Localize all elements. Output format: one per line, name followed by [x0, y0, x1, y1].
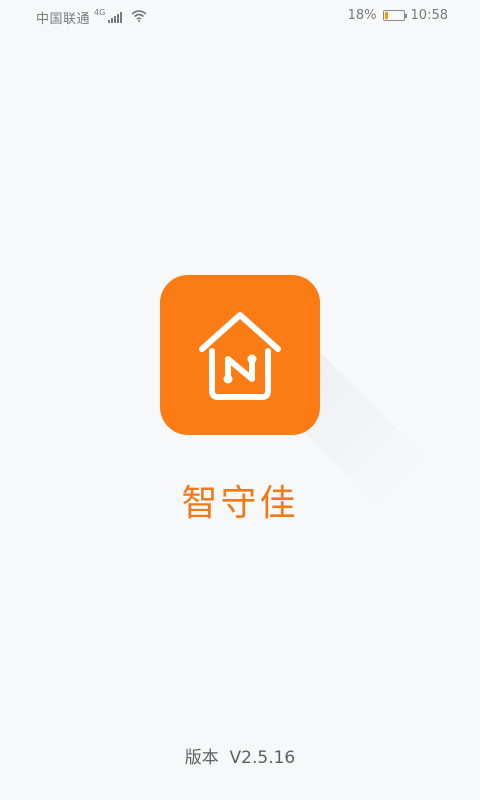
- clock: 10:58: [410, 8, 448, 23]
- version-number: V2.5.16: [229, 748, 296, 768]
- battery-level-fill: [384, 12, 388, 19]
- status-bar: 中国联通 4G 18% 10:58: [0, 0, 480, 32]
- app-logo: [160, 275, 320, 435]
- carrier-name: 中国联通: [36, 12, 91, 27]
- battery-icon: [382, 10, 407, 21]
- home-network-logo-icon: [199, 312, 281, 400]
- wifi-icon: [131, 9, 147, 26]
- status-left: 中国联通 4G: [36, 8, 147, 27]
- battery-percent: 18%: [347, 8, 377, 23]
- app-name: 智守佳: [181, 483, 299, 524]
- version-label: 版本: [184, 748, 219, 768]
- version-text: 版本 V2.5.16: [0, 743, 480, 768]
- signal-icon: [108, 12, 123, 23]
- status-right: 18% 10:58: [348, 8, 448, 23]
- network-type: 4G: [94, 8, 106, 17]
